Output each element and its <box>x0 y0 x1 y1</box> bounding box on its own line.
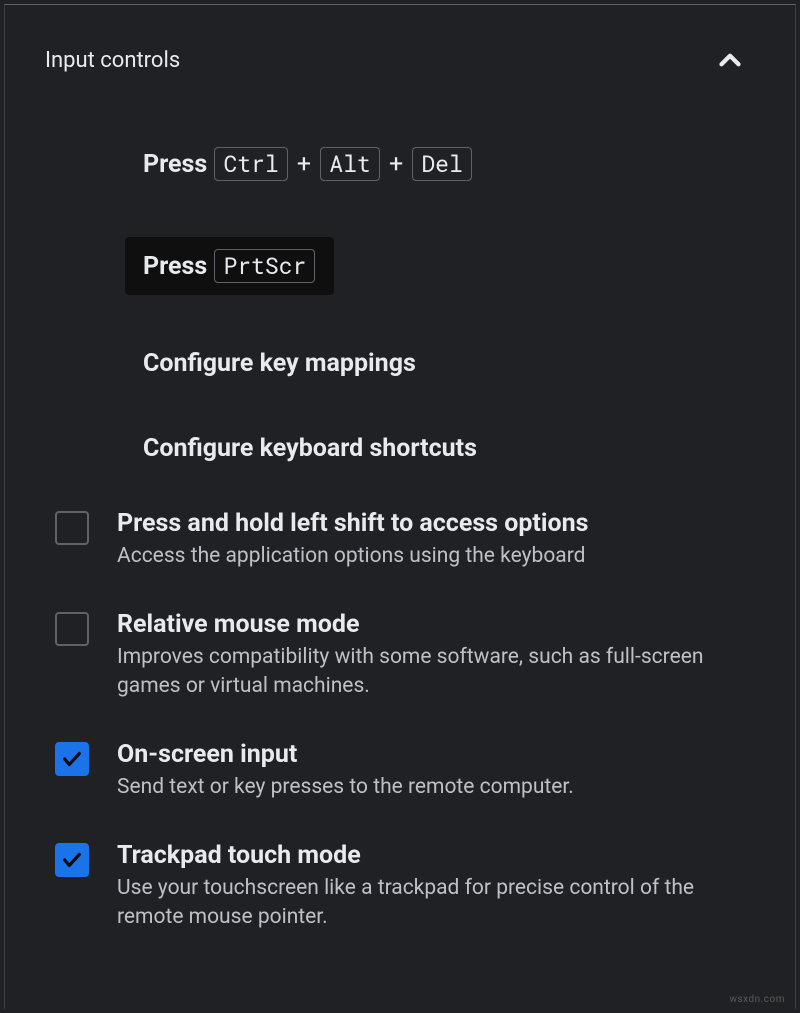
section-title: Input controls <box>45 48 180 73</box>
plus-separator: + <box>389 150 403 179</box>
section-header: Input controls <box>45 35 755 85</box>
option-desc: Improves compatibility with some softwar… <box>117 643 755 700</box>
press-ctrl-alt-del-button[interactable]: Press Ctrl + Alt + Del <box>125 135 491 193</box>
option-desc: Send text or key presses to the remote c… <box>117 773 755 801</box>
plus-separator: + <box>297 150 311 179</box>
option-relative-mouse-mode: Relative mouse mode Improves compatibili… <box>55 610 755 700</box>
option-trackpad-touch-mode: Trackpad touch mode Use your touchscreen… <box>55 841 755 931</box>
configure-key-mappings-button[interactable]: Configure key mappings <box>125 339 755 388</box>
checkbox-trackpad-touch-mode[interactable] <box>55 843 89 877</box>
chevron-up-icon <box>713 43 747 77</box>
option-title: On-screen input <box>117 740 755 769</box>
options-list: Press and hold left shift to access opti… <box>45 509 755 931</box>
action-list: Press Ctrl + Alt + Del Press PrtScr Conf… <box>45 135 755 473</box>
option-desc: Use your touchscreen like a trackpad for… <box>117 874 755 931</box>
checkbox-press-hold-shift[interactable] <box>55 511 89 545</box>
option-title: Relative mouse mode <box>117 610 755 639</box>
checkbox-relative-mouse-mode[interactable] <box>55 612 89 646</box>
press-prtscr-button[interactable]: Press PrtScr <box>125 237 334 295</box>
key-del: Del <box>412 147 471 181</box>
watermark: wsxdn.com <box>729 994 785 1005</box>
checkbox-on-screen-input[interactable] <box>55 742 89 776</box>
press-label: Press <box>143 252 207 281</box>
press-label: Press <box>143 150 207 179</box>
option-title: Trackpad touch mode <box>117 841 755 870</box>
option-on-screen-input: On-screen input Send text or key presses… <box>55 740 755 801</box>
key-prtscr: PrtScr <box>214 249 315 283</box>
option-press-hold-shift: Press and hold left shift to access opti… <box>55 509 755 570</box>
key-ctrl: Ctrl <box>214 147 287 181</box>
collapse-toggle[interactable] <box>705 35 755 85</box>
option-title: Press and hold left shift to access opti… <box>117 509 755 538</box>
option-desc: Access the application options using the… <box>117 542 755 570</box>
configure-keyboard-shortcuts-button[interactable]: Configure keyboard shortcuts <box>125 424 755 473</box>
key-alt: Alt <box>320 147 379 181</box>
